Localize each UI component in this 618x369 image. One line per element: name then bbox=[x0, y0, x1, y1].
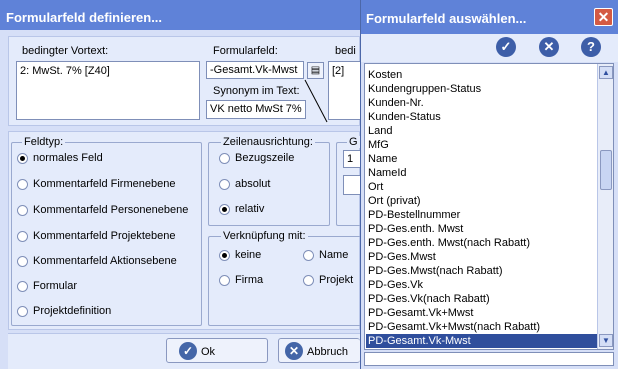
g-group-label: G bbox=[347, 136, 360, 148]
field-type-option-label[interactable]: Kommentarfeld Firmenebene bbox=[33, 178, 175, 190]
list-item[interactable]: NameId bbox=[368, 166, 407, 180]
list-item[interactable]: PD-Gesamt.Vk-Mwst bbox=[366, 334, 598, 348]
selection-preview bbox=[364, 352, 614, 366]
list-item[interactable]: PD-Ges.Mwst bbox=[368, 250, 436, 264]
conditional-prefix-field[interactable]: 2: MwSt. 7% [Z40] bbox=[16, 61, 200, 120]
field-type-radio-5[interactable] bbox=[17, 281, 28, 292]
list-item[interactable]: Kundengruppen-Status bbox=[368, 82, 481, 96]
line-alignment-radio-0[interactable] bbox=[219, 153, 230, 164]
field-type-option-label[interactable]: Kommentarfeld Projektebene bbox=[33, 230, 175, 242]
select-toolbar bbox=[361, 34, 618, 62]
link-label: Verknüpfung mit: bbox=[221, 230, 308, 242]
list-item[interactable]: Ort bbox=[368, 180, 383, 194]
select-dialog-titlebar[interactable]: Formularfeld auswählen... bbox=[361, 0, 618, 34]
field-type-option-label[interactable]: Kommentarfeld Personenebene bbox=[33, 204, 188, 216]
conditional-prefix-label: bedingter Vortext: bbox=[22, 45, 109, 57]
field-type-radio-1[interactable] bbox=[17, 179, 28, 190]
cancel-label: Abbruch bbox=[307, 346, 348, 358]
list-item[interactable]: PD-Gesamt.Vk+Mwst bbox=[368, 306, 473, 320]
line-alignment-radio-1[interactable] bbox=[219, 179, 230, 190]
list-item[interactable]: PD-Ges.Vk(nach Rabatt) bbox=[368, 292, 490, 306]
line-alignment-radio-2[interactable] bbox=[219, 204, 230, 215]
scroll-up-button[interactable]: ▲ bbox=[599, 66, 613, 79]
field-type-radio-3[interactable] bbox=[17, 231, 28, 242]
cancel-icon[interactable]: ✕ bbox=[539, 37, 559, 57]
list-item[interactable]: PD-Ges.Mwst(nach Rabatt) bbox=[368, 264, 502, 278]
define-field-dialog: Formularfeld definieren... bedingter Vor… bbox=[0, 0, 368, 369]
field-type-option-label[interactable]: Kommentarfeld Aktionsebene bbox=[33, 255, 177, 267]
link-option-label[interactable]: Firma bbox=[235, 274, 263, 286]
define-dialog-title: Formularfeld definieren... bbox=[6, 10, 163, 25]
synonym-label: Synonym im Text: bbox=[213, 85, 300, 97]
cancel-x-icon: ✕ bbox=[285, 342, 303, 360]
confirm-icon[interactable]: ✓ bbox=[496, 37, 516, 57]
line-alignment-label: Zeilenausrichtung: bbox=[221, 136, 315, 148]
line-alignment-option-label[interactable]: absolut bbox=[235, 178, 270, 190]
checkmark-icon: ✓ bbox=[179, 342, 197, 360]
field-picker-button[interactable]: ▤ bbox=[307, 62, 324, 79]
link-option-label[interactable]: keine bbox=[235, 249, 261, 261]
close-icon: ✕ bbox=[597, 9, 610, 25]
field-type-radio-4[interactable] bbox=[17, 256, 28, 267]
form-field-label: Formularfeld: bbox=[213, 45, 278, 57]
list-item[interactable]: Kunden-Status bbox=[368, 110, 441, 124]
line-alignment-option-label[interactable]: Bezugszeile bbox=[235, 152, 294, 164]
list-picker-icon: ▤ bbox=[310, 65, 321, 76]
select-field-dialog: Formularfeld auswählen... ✕ ✓ ✕ ? Kosten… bbox=[360, 0, 618, 369]
list-item[interactable]: Ort (privat) bbox=[368, 194, 421, 208]
link-option-label[interactable]: Name bbox=[319, 249, 348, 261]
field-type-option-label[interactable]: normales Feld bbox=[33, 152, 103, 164]
cancel-button[interactable]: ✕ Abbruch bbox=[278, 338, 360, 363]
link-radio-3[interactable] bbox=[303, 275, 314, 286]
scroll-down-button[interactable]: ▼ bbox=[599, 334, 613, 347]
field-type-label: Feldtyp: bbox=[22, 136, 66, 148]
link-radio-1[interactable] bbox=[303, 250, 314, 261]
field-type-option-label[interactable]: Formular bbox=[33, 280, 77, 292]
field-type-radio-6[interactable] bbox=[17, 306, 28, 317]
field-type-radio-0[interactable] bbox=[17, 153, 28, 164]
list-item[interactable]: Land bbox=[368, 124, 392, 138]
link-radio-0[interactable] bbox=[219, 250, 230, 261]
list-item[interactable]: PD-Gesamt.Vk+Mwst(nach Rabatt) bbox=[368, 320, 540, 334]
list-item[interactable]: Name bbox=[368, 152, 397, 166]
list-item[interactable]: Kosten bbox=[368, 68, 402, 82]
select-dialog-title: Formularfeld auswählen... bbox=[366, 11, 527, 26]
help-icon[interactable]: ? bbox=[581, 37, 601, 57]
list-item[interactable]: PD-Bestellnummer bbox=[368, 208, 460, 222]
ok-label: Ok bbox=[201, 346, 216, 358]
define-dialog-titlebar[interactable]: Formularfeld definieren... bbox=[0, 0, 360, 30]
close-button[interactable]: ✕ bbox=[594, 8, 613, 26]
field-type-radio-2[interactable] bbox=[17, 205, 28, 216]
list-item[interactable]: Kunden-Nr. bbox=[368, 96, 424, 110]
conditional-right-label: bedi bbox=[335, 45, 356, 57]
link-option-label[interactable]: Projekt bbox=[319, 274, 353, 286]
list-scrollbar[interactable]: ▲ ▼ bbox=[597, 64, 613, 349]
list-item[interactable]: PD-Ges.enth. Mwst(nach Rabatt) bbox=[368, 236, 530, 250]
ok-button[interactable]: ✓ Ok bbox=[166, 338, 268, 363]
form-field-input[interactable]: -Gesamt.Vk-Mwst bbox=[206, 61, 304, 79]
synonym-input[interactable]: VK netto MwSt 7% bbox=[206, 100, 306, 119]
line-alignment-option-label[interactable]: relativ bbox=[235, 203, 264, 215]
list-item[interactable]: PD-Ges.Vk bbox=[368, 278, 423, 292]
list-item[interactable]: PD-Ges.enth. Mwst bbox=[368, 222, 463, 236]
conditional-right-field[interactable]: [2] bbox=[328, 61, 360, 120]
scroll-thumb[interactable] bbox=[600, 150, 612, 190]
field-list[interactable]: Kosten Kundengruppen-Status Kunden-Nr. Kund… bbox=[364, 63, 614, 350]
list-item[interactable]: MfG bbox=[368, 138, 389, 152]
link-radio-2[interactable] bbox=[219, 275, 230, 286]
connector-line bbox=[304, 79, 328, 123]
field-type-option-label[interactable]: Projektdefinition bbox=[33, 305, 111, 317]
